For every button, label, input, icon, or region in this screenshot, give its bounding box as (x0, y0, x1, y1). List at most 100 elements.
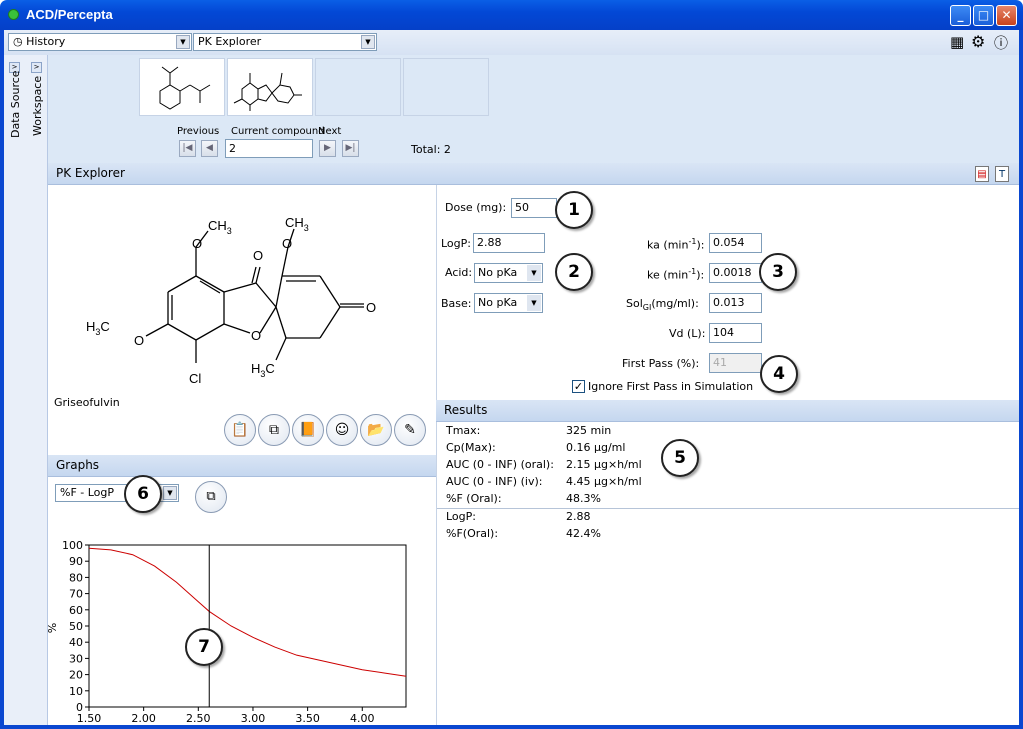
y-tick-label: 30 (69, 652, 83, 665)
annotation-badge: 2 (555, 253, 593, 291)
copy-structure-button[interactable]: ⧉ (258, 414, 290, 446)
chevron-down-icon[interactable]: ▼ (527, 265, 541, 281)
tab-data-source[interactable]: Data Source (9, 70, 22, 138)
result-label: LogP: (446, 510, 476, 523)
results-divider (437, 508, 1019, 509)
last-button[interactable]: ▶| (342, 140, 359, 157)
result-label: %F(Oral): (446, 527, 499, 540)
ka-input[interactable]: 0.054 (709, 233, 762, 253)
logp-label: LogP: (441, 237, 471, 250)
side-tabs (4, 55, 48, 725)
app-icon (8, 9, 19, 20)
atom-o-methoxy-right: O (282, 236, 292, 251)
ka-label: ka (min-1): (647, 237, 705, 252)
first-button[interactable]: |◀ (179, 140, 196, 157)
atom-h3c-left: H3C (86, 319, 110, 337)
copy-icon: ⧉ (269, 422, 279, 438)
result-value: 48.3% (566, 492, 601, 505)
gear-icon[interactable]: ⚙ (971, 32, 985, 51)
result-label: %F (Oral): (446, 492, 502, 505)
smiles-button[interactable]: ☺ (326, 414, 358, 446)
result-label: Tmax: (446, 424, 481, 437)
atom-ch3-top: CH3 (208, 218, 232, 236)
ignore-first-pass-label: Ignore First Pass in Simulation (588, 380, 754, 393)
previous-button[interactable]: ◀ (201, 140, 218, 157)
y-tick-label: 80 (69, 571, 83, 584)
atom-o-methoxy-top: O (192, 236, 202, 251)
result-label: Cp(Max): (446, 441, 496, 454)
base-value: No pKa (478, 296, 518, 309)
expand-workspace-button[interactable]: > (31, 62, 42, 73)
ignore-first-pass-checkbox[interactable]: ✓ (572, 380, 585, 393)
calculator-icon[interactable]: ▦ (950, 33, 964, 51)
acid-select[interactable]: No pKa ▼ (474, 263, 543, 283)
x-tick-label: 4.00 (350, 712, 375, 725)
open-file-button[interactable]: 📂 (360, 414, 392, 446)
pdf-export-icon[interactable]: ▤ (975, 166, 989, 182)
pk-chart: 0102030405060708090100 1.50 2.00 2.50 3.00 3… (48, 539, 407, 725)
griseofulvin-structure: O CH3 O O O H3C Cl O CH3 O H3C (86, 215, 376, 385)
vd-label: Vd (L): (669, 327, 706, 340)
chevron-down-icon[interactable]: ▼ (527, 295, 541, 311)
y-tick-label: 100 (62, 539, 83, 552)
dose-input[interactable]: 50 (511, 198, 557, 218)
result-value: 4.45 μg×h/ml (566, 475, 642, 488)
title-bar[interactable]: ACD/Percepta _ □ ✕ (0, 0, 1023, 30)
maximize-button[interactable]: □ (973, 5, 994, 26)
compound-thumbnail-2[interactable] (227, 58, 313, 116)
database-button[interactable]: 📙 (292, 414, 324, 446)
copy-graph-button[interactable]: ⧉ (195, 481, 227, 513)
compound-thumbnail-1[interactable] (139, 58, 225, 116)
first-pass-input[interactable]: 41 (709, 353, 762, 373)
y-axis-label: % (48, 623, 59, 633)
sol-label: SolGI(mg/ml): (626, 297, 699, 313)
annotation-badge: 7 (185, 628, 223, 666)
module-combo[interactable]: PK Explorer ▼ (193, 33, 377, 51)
current-compound-label: Current compound (231, 126, 325, 137)
minimize-button[interactable]: _ (950, 5, 971, 26)
result-label: AUC (0 - INF) (iv): (446, 475, 543, 488)
logp-input[interactable]: 2.88 (473, 233, 545, 253)
sol-input[interactable]: 0.013 (709, 293, 762, 313)
graph-type-value: %F - LogP (60, 486, 115, 499)
ke-input[interactable]: 0.0018 (709, 263, 762, 283)
result-value: 2.88 (566, 510, 591, 523)
pencil-icon: ✎ (404, 422, 416, 438)
griseofulvin-structure-icon (233, 72, 302, 111)
x-tick-label: 1.50 (77, 712, 102, 725)
tab-workspace[interactable]: Workspace (31, 76, 44, 136)
empty-thumbnail-slot (315, 58, 401, 116)
x-tick-label: 3.50 (295, 712, 320, 725)
text-export-icon[interactable]: T (995, 166, 1009, 182)
clock-icon: ◷ (13, 35, 23, 48)
history-combo[interactable]: ◷ History ▼ (8, 33, 192, 51)
annotation-badge: 3 (759, 253, 797, 291)
close-button[interactable]: ✕ (996, 5, 1017, 26)
info-icon[interactable]: ⓘ (994, 33, 1008, 53)
current-compound-input[interactable]: 2 (225, 139, 313, 158)
results-title: Results (444, 403, 488, 417)
atom-o-methoxy-left: O (134, 333, 144, 348)
ke-label: ke (min-1): (647, 267, 705, 282)
y-tick-label: 90 (69, 555, 83, 568)
next-label: Next (318, 126, 342, 137)
clipboard-icon: 📋 (231, 422, 249, 438)
x-tick-label: 2.00 (131, 712, 156, 725)
previous-label: Previous (177, 126, 220, 137)
chevron-down-icon[interactable]: ▼ (361, 35, 375, 49)
result-label: AUC (0 - INF) (oral): (446, 458, 554, 471)
next-button[interactable]: ▶ (319, 140, 336, 157)
aspirin-structure-icon (159, 66, 211, 110)
chevron-down-icon[interactable]: ▼ (163, 486, 177, 500)
toolbar: ◷ History ▼ PK Explorer ▼ ▦ ⚙ ⓘ (4, 30, 1019, 55)
atom-o-ring: O (251, 328, 261, 343)
vd-input[interactable]: 104 (709, 323, 762, 343)
annotation-badge: 1 (555, 191, 593, 229)
paste-structure-button[interactable]: 📋 (224, 414, 256, 446)
base-select[interactable]: No pKa ▼ (474, 293, 543, 313)
result-value: 42.4% (566, 527, 601, 540)
edit-structure-button[interactable]: ✎ (394, 414, 426, 446)
y-tick-label: 40 (69, 636, 83, 649)
chevron-down-icon[interactable]: ▼ (176, 35, 190, 49)
copy-icon: ⧉ (206, 489, 216, 504)
